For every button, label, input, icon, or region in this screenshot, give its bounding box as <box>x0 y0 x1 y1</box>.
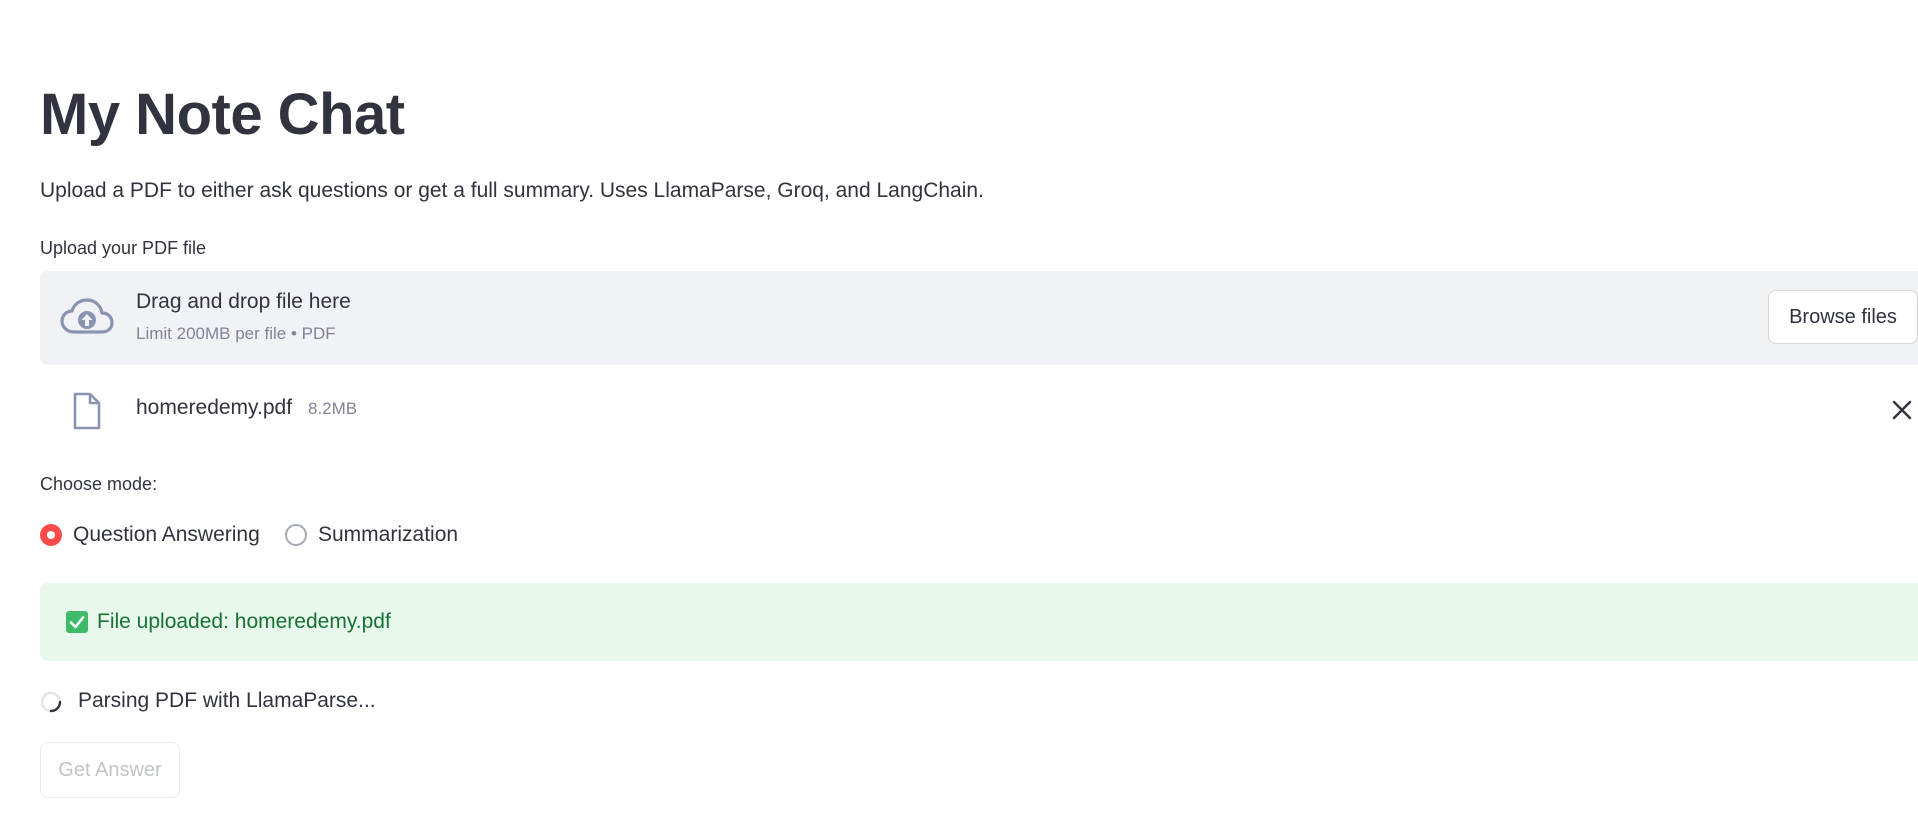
radio-unchecked-icon <box>285 524 307 546</box>
uploaded-file-name: homeredemy.pdf <box>136 396 293 419</box>
mode-label: Choose mode: <box>40 474 158 494</box>
app-page: My Note Chat Upload a PDF to either ask … <box>0 0 1918 831</box>
success-message: File uploaded: homeredemy.pdf <box>97 610 391 633</box>
radio-summarization[interactable]: Summarization <box>285 520 465 550</box>
close-icon[interactable] <box>1888 396 1916 424</box>
cloud-upload-icon <box>60 298 114 334</box>
browse-files-button[interactable]: Browse files <box>1768 290 1918 344</box>
radio-label: Question Answering <box>73 523 260 546</box>
spinner-icon <box>40 691 62 713</box>
upload-label: Upload your PDF file <box>40 238 207 258</box>
dropzone-title: Drag and drop file here <box>136 290 351 313</box>
uploaded-file-row: homeredemy.pdf 8.2MB <box>40 380 1918 440</box>
page-title: My Note Chat <box>40 82 405 147</box>
dropzone-limit: Limit 200MB per file • PDF <box>136 324 336 343</box>
checkmark-icon <box>66 611 88 633</box>
success-alert: File uploaded: homeredemy.pdf <box>40 583 1918 661</box>
radio-question-answering[interactable]: Question Answering <box>40 520 265 550</box>
get-answer-button[interactable]: Get Answer <box>40 742 180 798</box>
page-subtitle: Upload a PDF to either ask questions or … <box>40 179 984 202</box>
file-dropzone[interactable]: Drag and drop file here Limit 200MB per … <box>40 271 1918 365</box>
spinner-message: Parsing PDF with LlamaParse... <box>78 689 376 712</box>
file-icon <box>73 392 101 430</box>
uploaded-file-size: 8.2MB <box>308 399 358 418</box>
radio-label: Summarization <box>318 523 459 546</box>
radio-checked-icon <box>40 524 62 546</box>
